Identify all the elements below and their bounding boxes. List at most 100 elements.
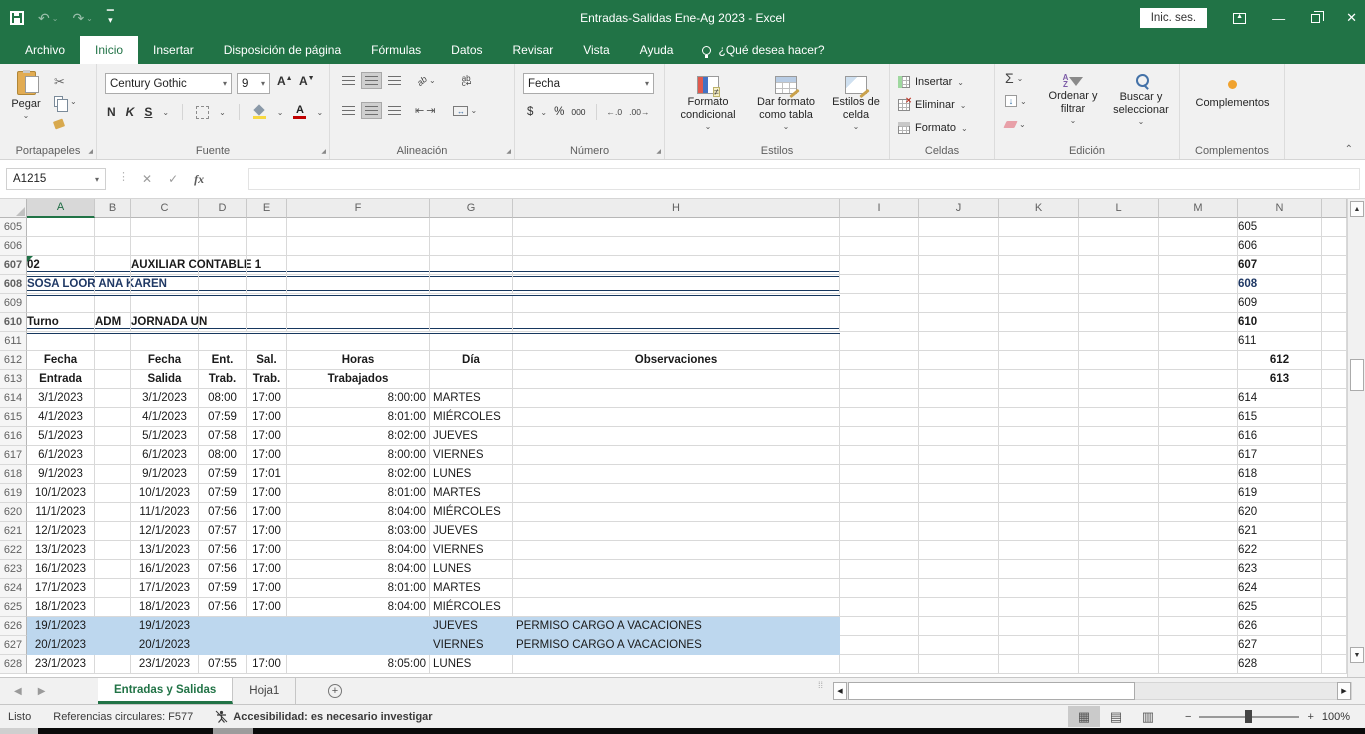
- paste-button[interactable]: Pegar ⌄: [4, 71, 48, 120]
- cell[interactable]: [287, 617, 430, 636]
- restore-icon[interactable]: [1311, 14, 1320, 23]
- cell[interactable]: 8:02:00: [287, 427, 430, 446]
- cell[interactable]: [95, 465, 131, 484]
- cell[interactable]: [513, 560, 840, 579]
- cell[interactable]: 611: [1238, 332, 1322, 351]
- tab-formulas[interactable]: Fórmulas: [356, 36, 436, 64]
- cell[interactable]: 07:55: [199, 655, 247, 674]
- cell[interactable]: [919, 427, 999, 446]
- row-header[interactable]: 620: [0, 503, 27, 522]
- cell[interactable]: [840, 313, 919, 332]
- cell[interactable]: [999, 389, 1079, 408]
- cell[interactable]: [999, 237, 1079, 256]
- cell[interactable]: [999, 503, 1079, 522]
- cell[interactable]: 18/1/2023: [27, 598, 95, 617]
- fill-color-icon[interactable]: [253, 106, 267, 119]
- cell[interactable]: 628: [1238, 655, 1322, 674]
- cell[interactable]: [1079, 655, 1159, 674]
- tab-insertar[interactable]: Insertar: [138, 36, 209, 64]
- align-middle-button[interactable]: [361, 72, 382, 89]
- cell[interactable]: 616: [1238, 427, 1322, 446]
- font-dialog-launcher-icon[interactable]: ◢: [321, 148, 326, 155]
- cell[interactable]: [840, 465, 919, 484]
- borders-chevron-icon[interactable]: ⌄: [219, 108, 226, 117]
- sheet-nav-left-icon[interactable]: ◀: [14, 686, 22, 697]
- cell[interactable]: 617: [1238, 446, 1322, 465]
- cell[interactable]: [999, 560, 1079, 579]
- cell[interactable]: 17:00: [247, 655, 287, 674]
- cell[interactable]: [199, 636, 247, 655]
- cell[interactable]: [513, 256, 840, 275]
- cell[interactable]: [287, 332, 430, 351]
- zoom-level[interactable]: 100%: [1322, 711, 1350, 723]
- cell[interactable]: [95, 503, 131, 522]
- cell[interactable]: 08:00: [199, 446, 247, 465]
- cell[interactable]: 17:01: [247, 465, 287, 484]
- cell[interactable]: [840, 256, 919, 275]
- view-normal-button[interactable]: ▦: [1068, 706, 1100, 727]
- cell[interactable]: Turno: [27, 313, 95, 332]
- cell[interactable]: SOSA LOOR ANA KAREN: [27, 275, 95, 294]
- cell[interactable]: [840, 389, 919, 408]
- cell[interactable]: 17:00: [247, 427, 287, 446]
- cell[interactable]: [95, 275, 131, 294]
- underline-chevron-icon[interactable]: ⌄: [162, 108, 169, 117]
- cell[interactable]: 17/1/2023: [131, 579, 199, 598]
- clear-button[interactable]: ⌄: [1005, 120, 1026, 129]
- sheet-tab-entradas-y-salidas[interactable]: Entradas y Salidas: [98, 678, 233, 704]
- cell[interactable]: [1079, 332, 1159, 351]
- cell[interactable]: Ent.: [199, 351, 247, 370]
- wrap-text-icon[interactable]: abc↵: [462, 76, 473, 86]
- cell[interactable]: 10/1/2023: [131, 484, 199, 503]
- cell[interactable]: 20/1/2023: [131, 636, 199, 655]
- currency-chevron-icon[interactable]: ⌄: [540, 108, 547, 117]
- name-box[interactable]: A1215 ▾: [6, 168, 106, 190]
- tab-revisar[interactable]: Revisar: [498, 36, 569, 64]
- comma-style-button[interactable]: 000: [571, 107, 585, 117]
- cell[interactable]: 4/1/2023: [27, 408, 95, 427]
- cell[interactable]: [919, 370, 999, 389]
- column-header-H[interactable]: H: [513, 199, 840, 218]
- cell[interactable]: [919, 617, 999, 636]
- cell[interactable]: [513, 427, 840, 446]
- cell[interactable]: [1159, 541, 1238, 560]
- cell[interactable]: 07:59: [199, 465, 247, 484]
- row-header[interactable]: 624: [0, 579, 27, 598]
- currency-button[interactable]: $: [527, 106, 533, 118]
- cell[interactable]: 13/1/2023: [27, 541, 95, 560]
- cell[interactable]: [513, 389, 840, 408]
- addins-button[interactable]: Complementos: [1190, 74, 1275, 110]
- cell[interactable]: [1079, 617, 1159, 636]
- cell[interactable]: [1159, 427, 1238, 446]
- cell[interactable]: [919, 389, 999, 408]
- cell[interactable]: 17:00: [247, 484, 287, 503]
- cell[interactable]: [1322, 617, 1347, 636]
- row-header[interactable]: 628: [0, 655, 27, 674]
- cell[interactable]: [1322, 598, 1347, 617]
- row-header[interactable]: 611: [0, 332, 27, 351]
- cell[interactable]: 07:59: [199, 579, 247, 598]
- cell[interactable]: 5/1/2023: [131, 427, 199, 446]
- cell[interactable]: [1159, 332, 1238, 351]
- cell[interactable]: 16/1/2023: [131, 560, 199, 579]
- cell[interactable]: 605: [1238, 218, 1322, 237]
- cell[interactable]: PERMISO CARGO A VACACIONES: [513, 617, 840, 636]
- cell[interactable]: [1079, 636, 1159, 655]
- cell[interactable]: [1322, 446, 1347, 465]
- cell[interactable]: [199, 256, 247, 275]
- cell[interactable]: MIÉRCOLES: [430, 503, 513, 522]
- cell[interactable]: [840, 503, 919, 522]
- cell[interactable]: 626: [1238, 617, 1322, 636]
- cell[interactable]: [199, 275, 247, 294]
- scroll-left-icon[interactable]: ◀: [833, 682, 847, 700]
- format-as-table-button[interactable]: Dar formato como tabla ⌄: [747, 76, 825, 131]
- cell[interactable]: 17:00: [247, 408, 287, 427]
- cell[interactable]: 607: [1238, 256, 1322, 275]
- cell[interactable]: Salida: [131, 370, 199, 389]
- orientation-chevron-icon[interactable]: ⌄: [429, 76, 436, 85]
- cell[interactable]: 627: [1238, 636, 1322, 655]
- cell[interactable]: [999, 579, 1079, 598]
- cell[interactable]: [1079, 408, 1159, 427]
- cell[interactable]: [919, 218, 999, 237]
- cell[interactable]: 3/1/2023: [131, 389, 199, 408]
